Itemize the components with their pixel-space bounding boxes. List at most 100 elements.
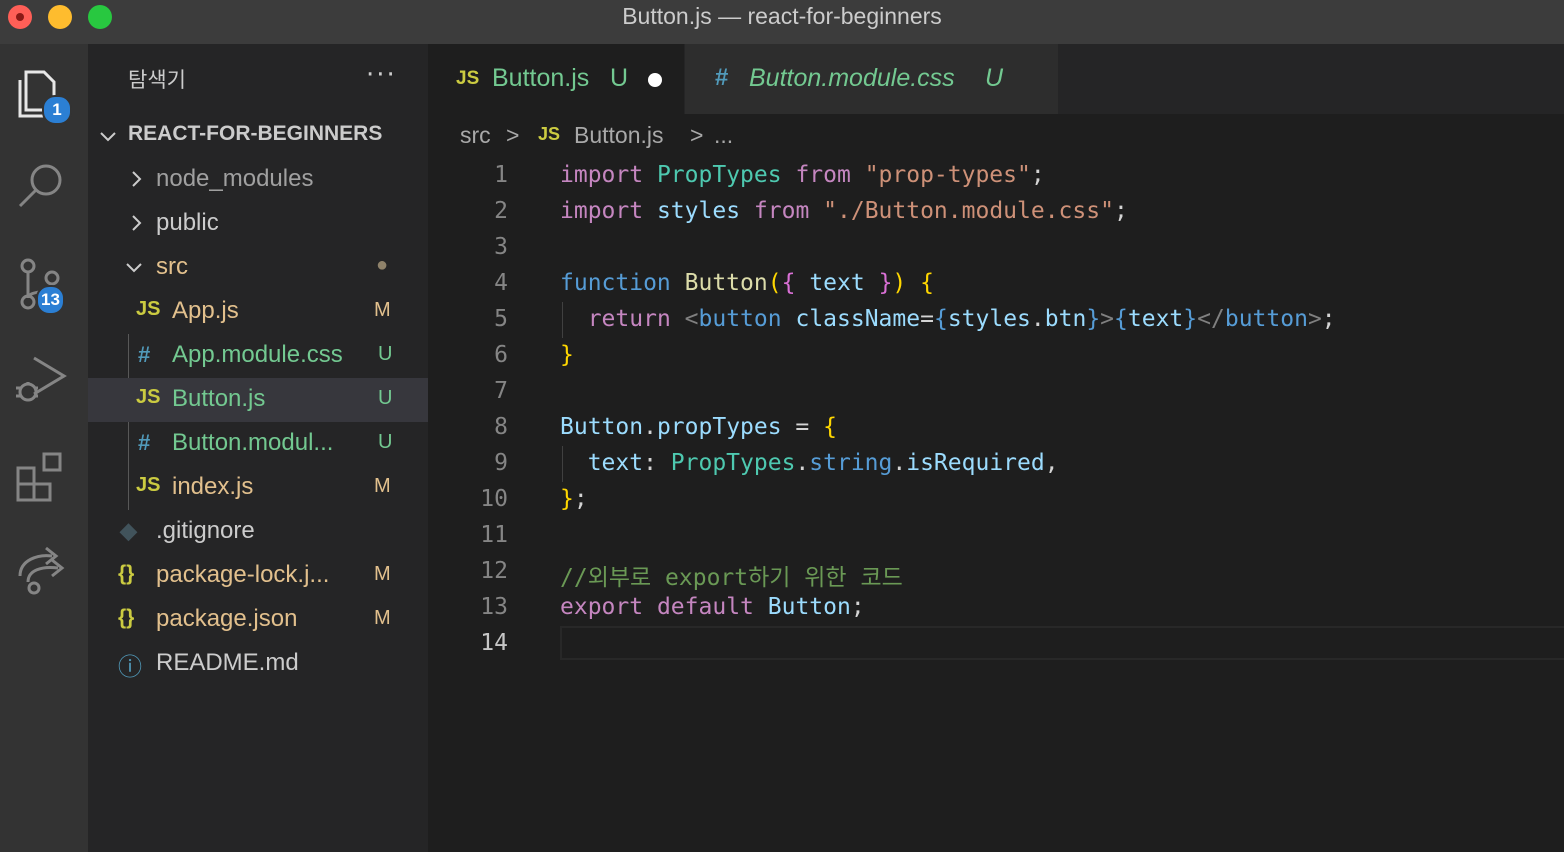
tree-item-package-lock-json[interactable]: {} package-lock.j... M	[88, 554, 428, 598]
git-status-badge: M	[374, 475, 391, 497]
line-number: 2	[494, 198, 508, 224]
js-file-icon: JS	[136, 386, 161, 408]
tree-item-app-js[interactable]: JS App.js M	[88, 290, 428, 334]
code-token: styles	[947, 306, 1031, 332]
code-line[interactable]: 9 text: PropTypes.string.isRequired,	[428, 446, 1564, 482]
code-token: .	[892, 450, 907, 476]
code-token: button	[1224, 306, 1308, 332]
code-line[interactable]: 8 Button.propTypes = {	[428, 410, 1564, 446]
line-number: 9	[494, 450, 508, 476]
explorer-badge: 1	[42, 95, 72, 125]
line-number: 10	[480, 486, 508, 512]
git-status-badge: U	[378, 431, 393, 453]
tree-item-button-js[interactable]: JS Button.js U	[88, 378, 428, 422]
code-token: string	[809, 450, 893, 476]
code-token: Button	[684, 270, 768, 296]
line-number: 5	[494, 306, 508, 332]
chevron-right-icon	[132, 215, 142, 231]
tree-item-label: package.json	[156, 605, 298, 632]
code-line[interactable]: 6}	[428, 338, 1564, 374]
code-line[interactable]: 11	[428, 518, 1564, 554]
code-line[interactable]: 1 import PropTypes from "prop-types";	[428, 158, 1564, 194]
js-file-icon: JS	[456, 68, 480, 89]
tree-item-app-module-css[interactable]: # App.module.css U	[88, 334, 428, 378]
code-line[interactable]: 3	[428, 230, 1564, 266]
unsaved-dot-icon[interactable]	[648, 73, 662, 87]
tab-label: Button.js	[492, 64, 590, 92]
code-line[interactable]: 12 //외부로 export하기 위한 코드	[428, 554, 1564, 592]
code-token: btn	[1044, 306, 1087, 332]
window-title: Button.js — react-for-beginners	[622, 3, 942, 29]
code-line[interactable]: 5 return <button className={styles.btn}>…	[428, 302, 1564, 338]
line-number: 12	[480, 558, 508, 584]
project-name: REACT-FOR-BEGINNERS	[128, 122, 383, 145]
line-number: 3	[494, 234, 508, 260]
search-icon[interactable]	[12, 156, 72, 216]
code-token: {	[920, 270, 934, 296]
code-token: .	[795, 450, 810, 476]
code-line[interactable]: 10};	[428, 482, 1564, 518]
extensions-icon[interactable]	[12, 446, 72, 506]
code-token: {	[823, 414, 837, 440]
code-token: =	[781, 414, 824, 440]
code-token: }	[1183, 306, 1198, 332]
line-number: 7	[494, 378, 508, 404]
tree-item-package-json[interactable]: {} package.json M	[88, 598, 428, 642]
breadcrumb-file[interactable]: Button.js	[574, 122, 664, 149]
tree-item-public[interactable]: public	[88, 202, 428, 246]
code-token: .	[643, 414, 657, 440]
code-line[interactable]: 7	[428, 374, 1564, 410]
tree-item-src[interactable]: src ●	[88, 246, 428, 290]
code-text: return <button className={styles.btn}>{t…	[560, 306, 1336, 332]
code-token: className	[795, 306, 921, 332]
code-text: };	[560, 486, 588, 512]
line-number: 4	[494, 270, 508, 296]
code-token: isRequired	[906, 450, 1045, 476]
tab-button-js[interactable]: JS Button.js U	[428, 44, 684, 114]
code-token: ;	[573, 486, 588, 512]
code-text: //외부로 export하기 위한 코드	[560, 558, 903, 592]
code-line[interactable]: 4 function Button({ text }) {	[428, 266, 1564, 302]
tree-item-label: package-lock.j...	[156, 561, 330, 588]
remote-share-icon[interactable]	[12, 540, 72, 600]
run-debug-icon[interactable]	[12, 350, 72, 410]
tree-item-index-js[interactable]: JS index.js M	[88, 466, 428, 510]
code-token: >	[1307, 306, 1322, 332]
breadcrumb-symbols[interactable]: ...	[714, 122, 733, 149]
tree-item-label: .gitignore	[156, 517, 255, 544]
more-actions-button[interactable]: ···	[366, 60, 397, 90]
code-token: ;	[1030, 162, 1045, 188]
js-file-icon: JS	[136, 298, 161, 320]
code-token: >	[1100, 306, 1115, 332]
tab-button-module-css[interactable]: # Button.module.css U	[685, 44, 1058, 114]
info-icon: ⓘ	[118, 654, 142, 681]
code-text: function Button({ text }) {	[560, 270, 934, 296]
code-token: {	[781, 270, 796, 296]
json-file-icon: {}	[118, 606, 135, 629]
tree-item-button-module-css[interactable]: # Button.modul... U	[88, 422, 428, 466]
breadcrumb-folder[interactable]: src	[460, 122, 491, 149]
chevron-right-icon: >	[690, 122, 704, 148]
code-line[interactable]: 13 export default Button;	[428, 590, 1564, 626]
js-file-icon: JS	[538, 124, 561, 144]
code-text: import PropTypes from "prop-types";	[560, 162, 1045, 188]
chevron-right-icon: >	[506, 122, 520, 148]
tree-item-readme-md[interactable]: ⓘ README.md	[88, 642, 428, 686]
git-status-badge: M	[374, 299, 391, 321]
code-token: .	[1030, 306, 1045, 332]
project-section-header[interactable]: REACT-FOR-BEGINNERS	[88, 120, 428, 152]
code-line[interactable]: 14	[428, 626, 1564, 662]
chevron-right-icon	[132, 171, 142, 187]
editor-area: JS Button.js U # Button.module.css U src…	[428, 44, 1564, 852]
tree-item-gitignore[interactable]: ◆ .gitignore	[88, 510, 428, 554]
tree-item-node-modules[interactable]: node_modules	[88, 158, 428, 202]
code-line[interactable]: 2 import styles from "./Button.module.css…	[428, 194, 1564, 230]
code-token: </	[1197, 306, 1225, 332]
code-token: import	[560, 198, 644, 224]
